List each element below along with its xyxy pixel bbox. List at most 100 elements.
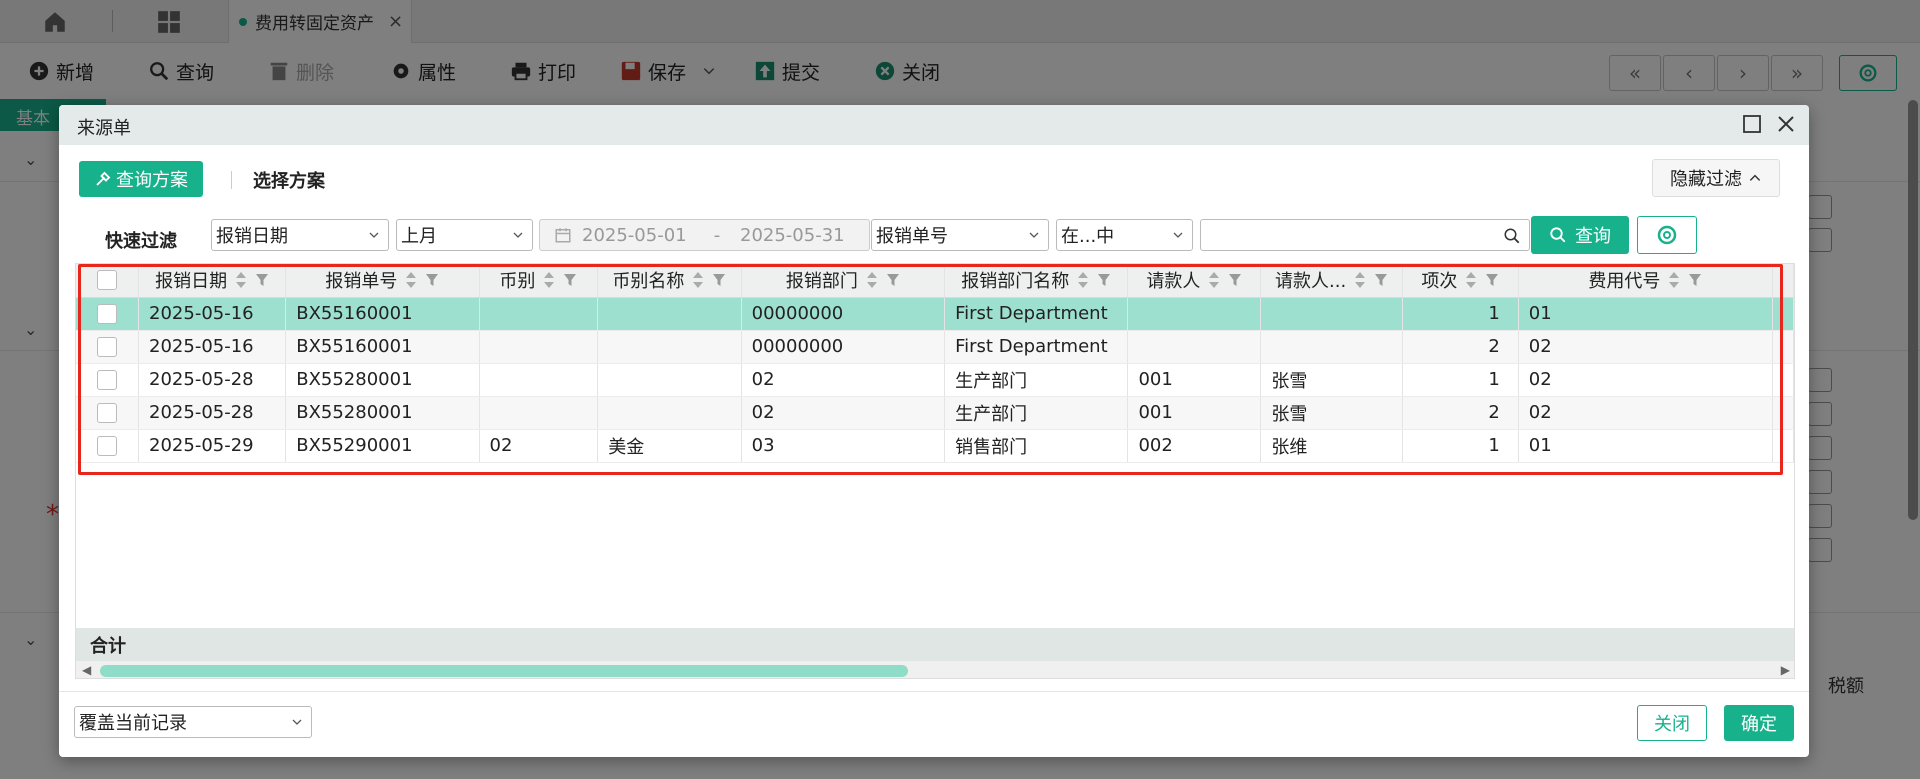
column-header[interactable]: 币别名称 xyxy=(597,264,742,298)
date-range-input[interactable]: 2025-05-01 - 2025-05-31 xyxy=(539,219,870,251)
row-checkbox[interactable] xyxy=(97,402,118,423)
column-header[interactable]: 请款人... xyxy=(1260,264,1403,298)
select-all-checkbox[interactable] xyxy=(97,270,118,291)
period-select[interactable]: 上月 xyxy=(396,219,533,251)
operator-value: 在...中 xyxy=(1061,226,1115,247)
row-select-cell xyxy=(76,330,140,364)
chevron-down-icon xyxy=(513,232,523,238)
filter-icon[interactable] xyxy=(1374,273,1388,287)
scrollbar-thumb[interactable] xyxy=(100,665,908,677)
horizontal-scrollbar[interactable]: ◀ ▶ xyxy=(76,661,1794,678)
table-row[interactable]: 2025-05-28 BX55280001 02 生产部门 001 张雪 2 02 xyxy=(76,396,1794,430)
row-checkbox[interactable] xyxy=(97,336,118,357)
overwrite-mode-select[interactable]: 覆盖当前记录 xyxy=(74,706,312,738)
row-select-cell xyxy=(76,363,140,397)
source-grid: 报销日期 报销单号 币别 币别名称 报销部门 报销部门名称 请款人 请款人... 项次 费用代号 … xyxy=(75,263,1795,679)
scroll-right-icon[interactable]: ▶ xyxy=(1781,663,1790,677)
sort-icon[interactable] xyxy=(543,271,555,289)
scroll-left-icon[interactable]: ◀ xyxy=(82,663,91,677)
sort-icon[interactable] xyxy=(405,271,417,289)
filter-field2-select[interactable]: 报销单号 xyxy=(871,219,1049,251)
table-row[interactable]: 2025-05-16 BX55160001 00000000 First Depart… xyxy=(76,297,1794,331)
table-cell: 1 xyxy=(1402,297,1519,331)
filter-field-select[interactable]: 报销日期 xyxy=(211,219,389,251)
chevron-down-icon xyxy=(369,232,379,238)
filter-icon[interactable] xyxy=(1097,273,1111,287)
column-header[interactable]: 报销单号 xyxy=(285,264,480,298)
table-cell: 02 xyxy=(741,396,946,430)
search-icon xyxy=(1550,227,1566,243)
filter-value-input[interactable] xyxy=(1200,219,1530,251)
filter-icon[interactable] xyxy=(712,273,726,287)
sort-icon[interactable] xyxy=(1208,271,1220,289)
date-start: 2025-05-01 xyxy=(582,224,687,246)
dialog-close-button[interactable]: 关闭 xyxy=(1637,705,1707,741)
table-row[interactable]: 2025-05-16 BX55160001 00000000 First Depart… xyxy=(76,330,1794,364)
filter-settings-button[interactable] xyxy=(1637,216,1697,254)
maximize-icon[interactable] xyxy=(1742,114,1762,134)
tools-icon xyxy=(96,171,111,186)
table-row[interactable]: 2025-05-29 BX55290001 02 美金 03 销售部门 002 张维 1 01 xyxy=(76,429,1794,463)
filter-icon[interactable] xyxy=(1688,273,1702,287)
sort-icon[interactable] xyxy=(235,271,247,289)
operator-select[interactable]: 在...中 xyxy=(1056,219,1193,251)
column-header[interactable]: 报销日期 xyxy=(138,264,287,298)
table-cell-overflow xyxy=(1772,297,1794,331)
column-header[interactable]: 费用代号 xyxy=(1518,264,1774,298)
dialog-ok-button[interactable]: 确定 xyxy=(1724,705,1794,741)
choose-scheme-label[interactable]: 选择方案 xyxy=(253,167,325,193)
row-checkbox[interactable] xyxy=(97,369,118,390)
table-cell: 02 xyxy=(741,363,946,397)
sort-icon[interactable] xyxy=(692,271,704,289)
table-cell: BX55160001 xyxy=(285,297,480,331)
table-cell: 001 xyxy=(1127,396,1262,430)
query-scheme-label: 查询方案 xyxy=(116,170,188,191)
filter-icon[interactable] xyxy=(1228,273,1242,287)
sort-icon[interactable] xyxy=(1465,271,1477,289)
filter-icon[interactable] xyxy=(886,273,900,287)
table-row[interactable]: 2025-05-28 BX55280001 02 生产部门 001 张雪 1 02 xyxy=(76,363,1794,397)
table-cell xyxy=(597,363,742,397)
column-header[interactable]: 项次 xyxy=(1402,264,1519,298)
table-cell: 生产部门 xyxy=(944,396,1129,430)
table-cell xyxy=(1127,297,1262,331)
filter-icon[interactable] xyxy=(563,273,577,287)
run-query-button[interactable]: 查询 xyxy=(1531,216,1629,254)
sort-icon[interactable] xyxy=(866,271,878,289)
sort-icon[interactable] xyxy=(1354,271,1366,289)
table-cell xyxy=(597,330,742,364)
table-cell: 00000000 xyxy=(741,330,946,364)
query-scheme-button[interactable]: 查询方案 xyxy=(79,161,203,197)
sort-icon[interactable] xyxy=(1077,271,1089,289)
close-icon[interactable] xyxy=(1774,112,1798,136)
table-cell: 02 xyxy=(1518,396,1774,430)
table-cell: First Department xyxy=(944,297,1129,331)
table-cell: 张雪 xyxy=(1260,396,1403,430)
sort-icon[interactable] xyxy=(1668,271,1680,289)
filter-icon[interactable] xyxy=(1485,273,1499,287)
sum-label: 合计 xyxy=(90,635,126,657)
table-cell: 美金 xyxy=(597,429,742,463)
table-cell: 02 xyxy=(1518,363,1774,397)
column-header[interactable]: 请款人 xyxy=(1127,264,1262,298)
hide-filter-button[interactable]: 隐藏过滤 xyxy=(1652,159,1780,197)
table-cell xyxy=(479,330,599,364)
table-cell: 张雪 xyxy=(1260,363,1403,397)
filter-icon[interactable] xyxy=(425,273,439,287)
column-header-label: 报销部门 xyxy=(785,271,858,293)
search-icon[interactable] xyxy=(1503,227,1521,245)
table-cell: 1 xyxy=(1402,429,1519,463)
source-document-dialog: 来源单 查询方案 选择方案 隐藏过滤 快速过滤 报销日期 上月 2025-05-… xyxy=(59,105,1809,757)
filter-icon[interactable] xyxy=(255,273,269,287)
column-header[interactable]: 报销部门名称 xyxy=(944,264,1129,298)
table-cell xyxy=(479,396,599,430)
table-cell xyxy=(479,297,599,331)
column-header[interactable]: 币别 xyxy=(479,264,599,298)
calendar-icon xyxy=(555,228,571,243)
row-checkbox[interactable] xyxy=(97,303,118,324)
column-header[interactable]: 报销部门 xyxy=(741,264,946,298)
column-header-label: 币别 xyxy=(499,271,536,293)
date-separator: - xyxy=(713,224,721,246)
table-cell: 2025-05-16 xyxy=(138,297,287,331)
row-checkbox[interactable] xyxy=(97,435,118,456)
